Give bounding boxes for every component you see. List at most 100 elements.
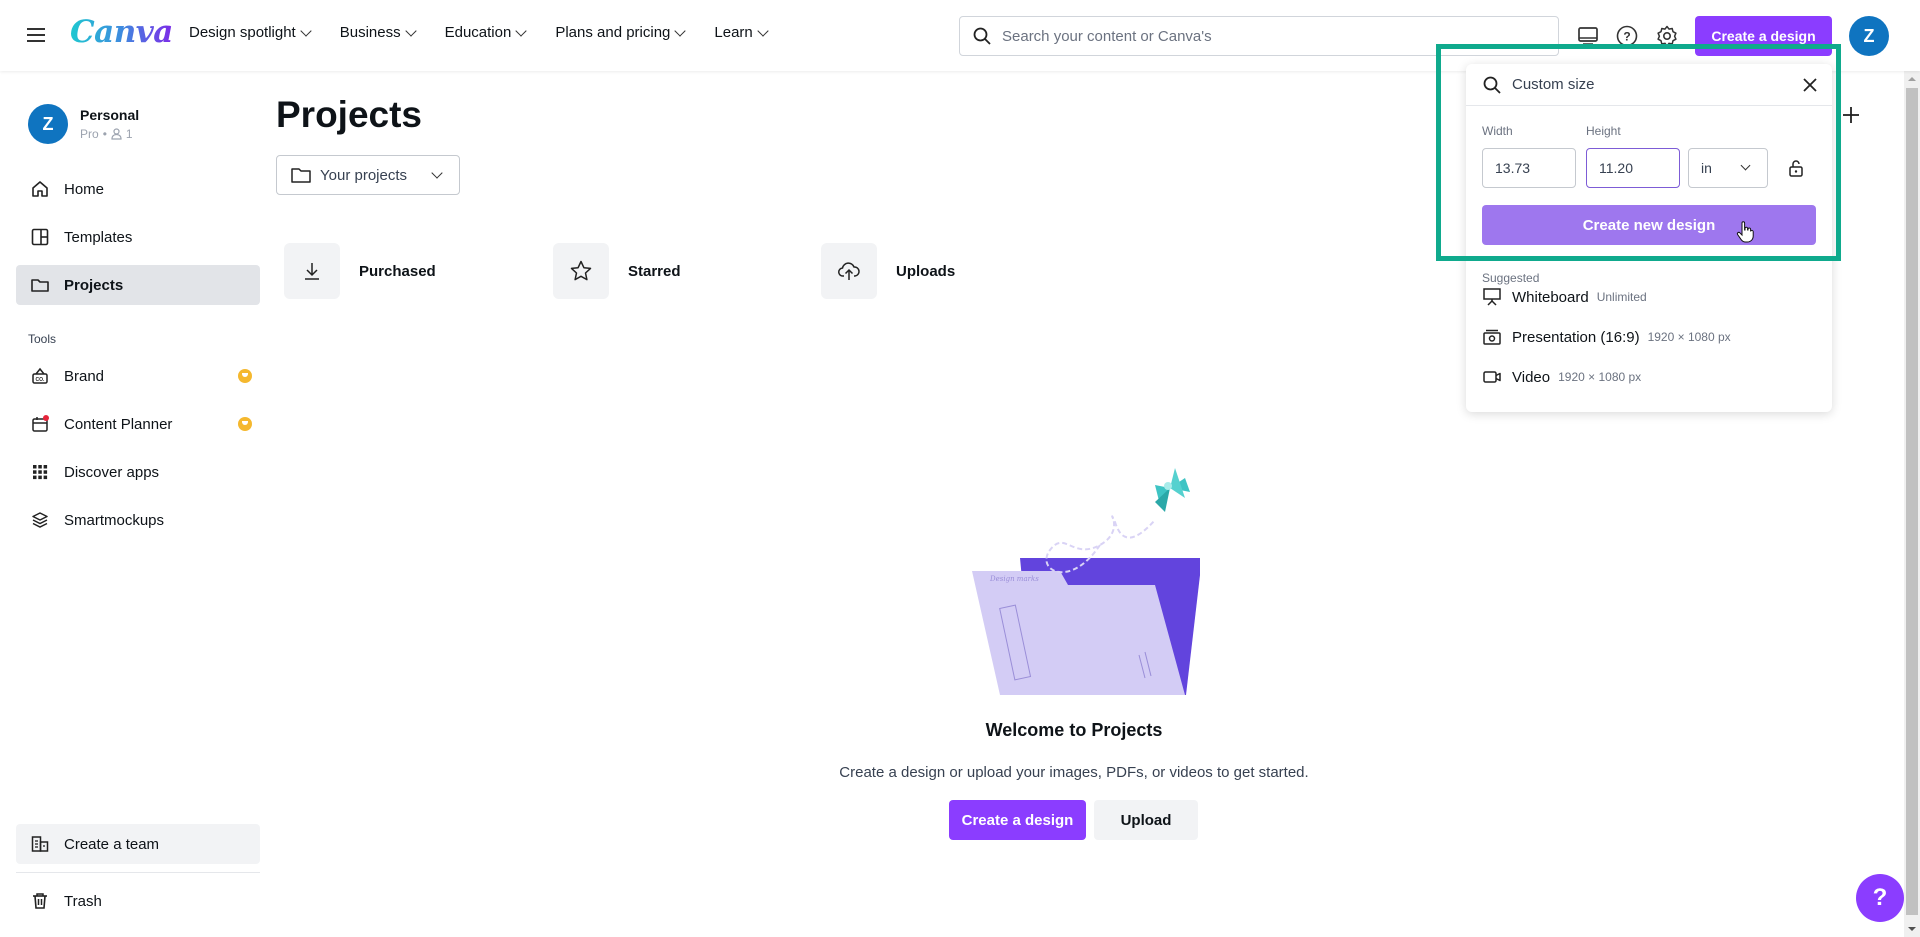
crown-icon — [238, 417, 252, 431]
sidebar-item-brand[interactable]: CO. Brand — [16, 356, 260, 396]
home-icon — [32, 181, 48, 197]
member-count: 1 — [125, 127, 133, 141]
nav-label: Education — [444, 24, 512, 41]
sidebar-item-discover-apps[interactable]: Discover apps — [16, 452, 260, 492]
create-design-button[interactable]: Create a design — [1695, 16, 1832, 56]
search-icon — [1483, 76, 1501, 94]
folder-starred[interactable]: Starred — [553, 243, 681, 299]
chevron-down-icon — [431, 167, 443, 179]
tools-heading: Tools — [28, 332, 57, 346]
nav-education[interactable]: Education — [444, 24, 527, 41]
brand-icon: CO. — [32, 367, 48, 384]
search-input[interactable] — [1002, 27, 1522, 45]
team-plan: Pro • 1 — [80, 127, 139, 141]
top-nav: Design spotlight Business Education Plan… — [189, 24, 797, 41]
team-avatar: Z — [28, 104, 68, 144]
svg-text:?: ? — [1623, 30, 1630, 44]
building-icon — [31, 836, 49, 852]
trash-icon — [33, 893, 47, 909]
help-button[interactable]: ? — [1856, 874, 1904, 922]
help-icon[interactable]: ? — [1615, 24, 1639, 48]
sidebar-label: Templates — [64, 228, 133, 246]
create-design-popover: Width Height in Create new design Sugges… — [1466, 64, 1832, 412]
team-switcher[interactable]: Z Personal Pro • 1 — [28, 104, 139, 144]
sidebar-item-trash[interactable]: Trash — [16, 881, 260, 921]
folder-uploads[interactable]: Uploads — [821, 243, 955, 299]
scroll-down-arrow[interactable] — [1908, 927, 1916, 931]
cloud-upload-icon — [838, 262, 860, 280]
filter-label: Your projects — [320, 166, 407, 184]
sidebar-label: Smartmockups — [64, 511, 165, 529]
width-input[interactable] — [1482, 148, 1576, 188]
nav-business[interactable]: Business — [339, 24, 417, 41]
folder-label: Uploads — [896, 262, 956, 280]
search-bar[interactable] — [959, 16, 1559, 56]
sidebar-item-content-planner[interactable]: Content Planner — [16, 404, 260, 444]
pinwheel-icon — [1155, 468, 1190, 512]
folder-icon — [291, 168, 311, 183]
layers-icon — [32, 512, 48, 528]
suggestion-meta: 1920 × 1080 px — [1558, 370, 1642, 384]
menu-icon[interactable] — [27, 25, 45, 45]
sidebar-divider — [16, 872, 260, 873]
sidebar-label: Content Planner — [64, 415, 173, 433]
page-title: Projects — [276, 94, 423, 135]
folder-icon — [31, 279, 49, 292]
nav-label: Design spotlight — [189, 24, 296, 41]
sidebar-item-smartmockups[interactable]: Smartmockups — [16, 500, 260, 540]
empty-projects-illustration: Design marks — [972, 468, 1200, 695]
create-new-design-button[interactable]: Create new design — [1482, 205, 1816, 245]
nav-design-spotlight[interactable]: Design spotlight — [189, 24, 312, 41]
sidebar-item-projects[interactable]: Projects — [16, 265, 260, 305]
nav-label: Business — [339, 24, 401, 41]
download-icon — [305, 263, 319, 280]
sidebar-label: Home — [64, 180, 105, 198]
add-icon[interactable] — [1840, 104, 1862, 126]
unit-dropdown[interactable]: in — [1688, 148, 1768, 188]
close-icon[interactable] — [1800, 75, 1820, 95]
user-avatar[interactable]: Z — [1849, 16, 1889, 56]
popover-search[interactable] — [1466, 64, 1832, 106]
chevron-down-icon — [300, 25, 312, 37]
upload-button[interactable]: Upload — [1094, 800, 1198, 840]
empty-create-design-button[interactable]: Create a design — [949, 800, 1086, 840]
popover-search-input[interactable] — [1512, 76, 1772, 93]
settings-icon[interactable] — [1655, 24, 1679, 48]
folder-purchased[interactable]: Purchased — [284, 243, 436, 299]
suggestion-presentation[interactable]: Presentation (16:9) 1920 × 1080 px — [1482, 323, 1731, 351]
star-icon — [570, 260, 592, 281]
nav-learn[interactable]: Learn — [714, 24, 769, 41]
hand-cursor-icon — [1736, 221, 1754, 243]
sidebar-label: Projects — [64, 276, 124, 294]
sidebar-item-templates[interactable]: Templates — [16, 217, 260, 257]
monitor-icon[interactable] — [1576, 24, 1600, 48]
sidebar-item-home[interactable]: Home — [16, 169, 260, 209]
unit-label: in — [1701, 160, 1712, 176]
templates-icon — [31, 228, 49, 246]
suggestion-label: Whiteboard — [1512, 288, 1589, 306]
unlock-icon[interactable] — [1787, 158, 1805, 178]
suggestion-label: Presentation (16:9) — [1512, 328, 1640, 346]
suggestion-video[interactable]: Video 1920 × 1080 px — [1482, 363, 1641, 391]
scroll-up-arrow[interactable] — [1908, 77, 1916, 81]
height-input[interactable] — [1586, 148, 1680, 188]
empty-state-subtitle: Create a design or upload your images, P… — [839, 764, 1309, 781]
sidebar-label: Create a team — [64, 835, 160, 853]
nav-plans-pricing[interactable]: Plans and pricing — [555, 24, 687, 41]
scroll-thumb[interactable] — [1906, 88, 1918, 915]
folder-front-shape — [972, 571, 1185, 695]
canva-logo[interactable]: Canva — [70, 14, 173, 50]
projects-filter-dropdown[interactable]: Your projects — [276, 155, 460, 195]
width-label: Width — [1482, 124, 1513, 138]
suggestion-whiteboard[interactable]: Whiteboard Unlimited — [1482, 283, 1647, 311]
calendar-icon — [32, 415, 49, 432]
page-scrollbar[interactable] — [1904, 71, 1920, 937]
whiteboard-icon — [1483, 288, 1501, 306]
folder-label: Starred — [628, 262, 681, 280]
folder-label: Purchased — [359, 262, 436, 280]
chevron-down-icon — [515, 25, 527, 37]
chevron-down-icon — [757, 25, 769, 37]
suggestion-meta: 1920 × 1080 px — [1647, 330, 1731, 344]
sidebar: Z Personal Pro • 1 Home Templates Projec… — [0, 71, 270, 937]
sidebar-item-create-team[interactable]: Create a team — [16, 824, 260, 864]
